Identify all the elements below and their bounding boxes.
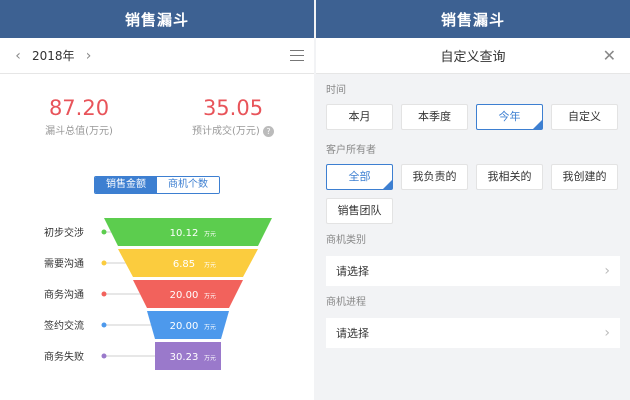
kpi-summary: 87.20 漏斗总值(万元) 35.05 预计成交(万元) ? <box>0 96 314 146</box>
kpi-funnel-total-value: 87.20 <box>48 96 110 120</box>
owner-option-2[interactable]: 我相关的 <box>476 164 543 190</box>
funnel-stage-unit-2: 万元 <box>204 293 216 300</box>
time-option-2[interactable]: 今年 <box>476 104 543 130</box>
chevron-right-icon: › <box>604 263 610 279</box>
funnel-legend-dot-2 <box>101 291 107 297</box>
app-titlebar: 销售漏斗 <box>0 0 314 38</box>
kpi-expected-deal-value: 35.05 <box>202 96 264 120</box>
app-title: 销售漏斗 <box>124 10 189 29</box>
metric-toggle: 销售金额 商机个数 <box>94 176 220 194</box>
dialog-title: 自定义查询 <box>440 50 506 65</box>
funnel-stage-value-4: 30.23 <box>170 352 199 363</box>
chevron-right-icon[interactable]: › <box>81 48 97 64</box>
time-option-0[interactable]: 本月 <box>326 104 393 130</box>
tab-sales-amount[interactable]: 销售金额 <box>95 177 157 193</box>
funnel-stage-value-1: 6.85 <box>173 259 195 270</box>
funnel-stage-value-2: 20.00 <box>170 290 199 301</box>
funnel-stage-value-3: 20.00 <box>170 321 199 332</box>
dialog-header: 自定义查询 ✕ <box>316 38 630 74</box>
kpi-expected-deal-label: 预计成交(万元) <box>192 126 260 137</box>
funnel-stage-unit-0: 万元 <box>204 231 216 238</box>
kpi-expected-deal-label-row: 预计成交(万元) ? <box>168 122 298 137</box>
owner-options: 全部 我负责的 我相关的 我创建的销售团队 <box>316 164 630 224</box>
funnel-stage-label-3: 签约交流 <box>44 319 84 332</box>
category-section-label: 商机类别 <box>326 235 366 246</box>
funnel-stage-unit-4: 万元 <box>204 355 216 362</box>
funnel-stage-label-1: 需要沟通 <box>44 257 84 270</box>
progress-section-label: 商机进程 <box>326 297 366 308</box>
owner-option-3[interactable]: 我创建的 <box>551 164 618 190</box>
close-icon[interactable]: ✕ <box>603 46 616 65</box>
year-selector: ‹ 2018年 › <box>0 38 314 74</box>
funnel-stage-label-0: 初步交涉 <box>44 226 84 239</box>
funnel-legend-dot-3 <box>101 322 107 328</box>
help-icon[interactable]: ? <box>263 125 274 137</box>
list-icon[interactable] <box>290 49 304 62</box>
funnel-screen: 销售漏斗 ‹ 2018年 › 87.20 漏斗总值(万元) 35.05 预计成交… <box>0 0 314 400</box>
progress-picker-value: 请选择 <box>336 327 369 340</box>
category-picker[interactable]: 请选择 › <box>326 256 620 286</box>
progress-picker[interactable]: 请选择 › <box>326 318 620 348</box>
funnel-stage-label-2: 商务沟通 <box>44 288 84 301</box>
chevron-left-icon[interactable]: ‹ <box>10 48 26 64</box>
funnel-legend-dot-1 <box>101 260 107 266</box>
app-title: 销售漏斗 <box>440 10 505 29</box>
kpi-funnel-total-label: 漏斗总值(万元) <box>45 126 113 137</box>
funnel-stage-unit-1: 万元 <box>204 262 216 269</box>
chevron-right-icon: › <box>604 325 610 341</box>
funnel-legend-dot-4 <box>101 353 107 359</box>
tab-opportunity-count[interactable]: 商机个数 <box>157 177 219 193</box>
time-section-label: 时间 <box>326 85 346 96</box>
time-options: 本月 本季度 今年 自定义 <box>316 104 630 130</box>
time-option-1[interactable]: 本季度 <box>401 104 468 130</box>
app-titlebar: 销售漏斗 <box>316 0 630 38</box>
funnel-stage-value-0: 10.12 <box>170 228 199 239</box>
year-label: 2018年 <box>32 49 75 63</box>
owner-option-4[interactable]: 销售团队 <box>326 198 393 224</box>
time-option-3[interactable]: 自定义 <box>551 104 618 130</box>
kpi-expected-deal: 35.05 预计成交(万元) ? <box>168 96 298 137</box>
funnel-legend-dot-0 <box>101 229 107 235</box>
funnel-stage-label-4: 商务失败 <box>44 350 84 363</box>
owner-option-1[interactable]: 我负责的 <box>401 164 468 190</box>
sales-funnel-chart: 10.12 万元初步交涉6.85 万元需要沟通20.00 万元商务沟通20.00 万元签… <box>44 218 272 370</box>
owner-section-label: 客户所有者 <box>326 145 376 156</box>
kpi-funnel-total: 87.20 漏斗总值(万元) <box>14 96 144 137</box>
custom-query-screen: 销售漏斗 自定义查询 ✕ 时间 本月 本季度 今年 自定义 客户所有者 全部 我负责的我… <box>316 0 630 400</box>
funnel-stage-unit-3: 万元 <box>204 324 216 331</box>
category-picker-value: 请选择 <box>336 265 369 278</box>
owner-option-0[interactable]: 全部 <box>326 164 393 190</box>
